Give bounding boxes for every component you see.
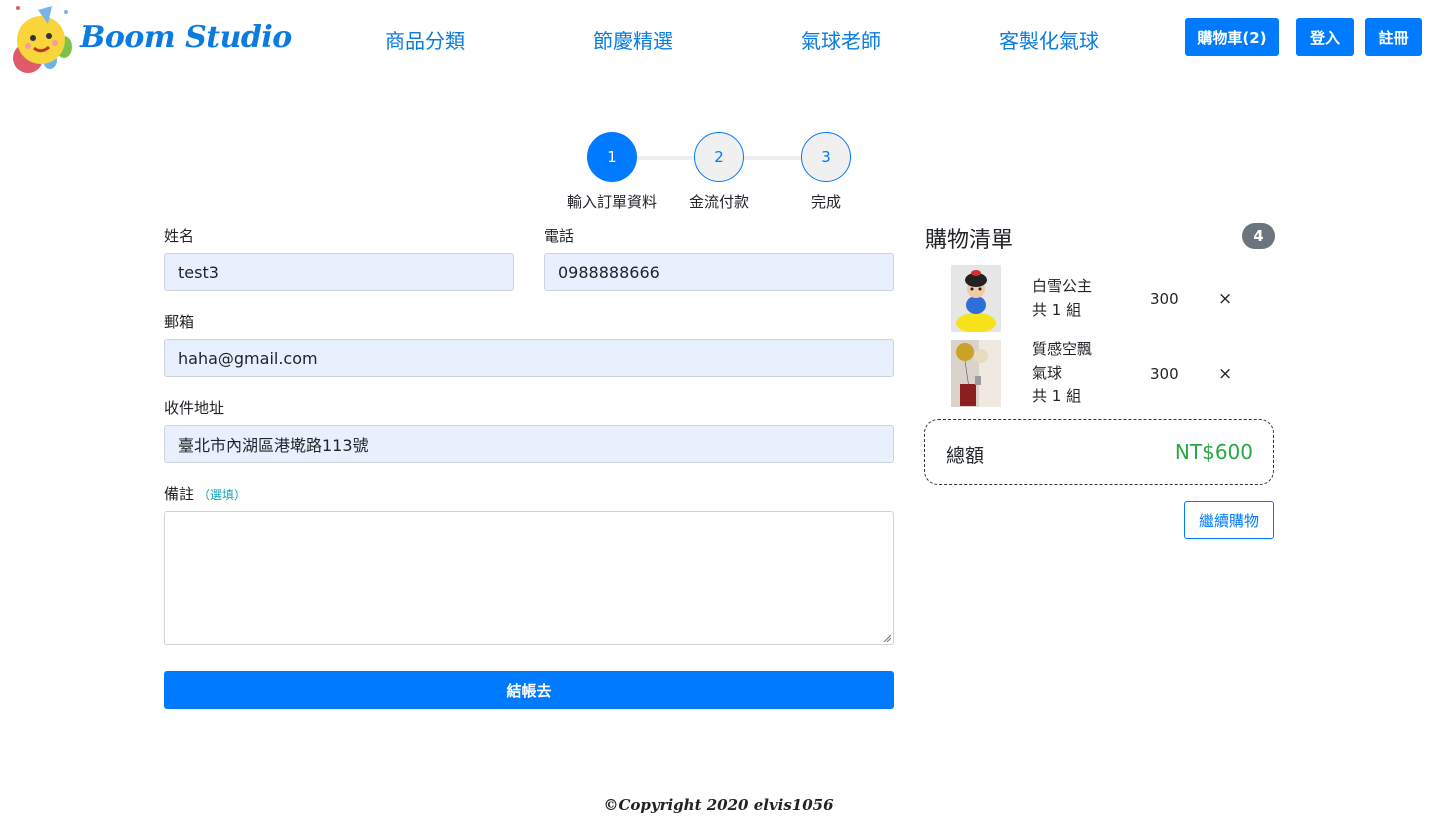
cart-item-price: 300 — [1150, 365, 1179, 383]
footer-copyright: ©Copyright 2020 elvis1056 — [603, 796, 834, 814]
balloon-logo-icon[interactable] — [8, 2, 74, 74]
register-button[interactable]: 註冊 — [1365, 18, 1422, 56]
phone-field[interactable]: 0988888666 — [544, 253, 894, 291]
cart-item-quantity: 共 1 組 — [1032, 387, 1082, 405]
floating-balloon-thumbnail[interactable] — [951, 340, 1001, 407]
note-label: 備註 （選填） — [164, 483, 246, 504]
checkout-button[interactable]: 結帳去 — [164, 671, 894, 709]
nav-item-teachers[interactable]: 氣球老師 — [801, 25, 881, 54]
cart-item-name: 質感空飄 氣球 共 1 組 — [1032, 338, 1092, 409]
step-1-circle: 1 — [587, 132, 637, 182]
cart-item-name: 白雪公主 共 1 組 — [1032, 275, 1092, 322]
name-label: 姓名 — [164, 227, 195, 245]
address-field[interactable]: 臺北市內湖區港墘路113號 — [164, 425, 894, 463]
note-textarea[interactable] — [164, 511, 894, 645]
optional-hint: （選填） — [198, 488, 247, 502]
cart-button[interactable]: 購物車(2) — [1185, 18, 1279, 56]
total-box: 總額 NT$600 — [924, 419, 1274, 485]
remove-item-icon[interactable]: × — [1218, 364, 1232, 384]
cart-title: 購物清單 — [925, 228, 1014, 253]
email-field[interactable]: haha@gmail.com — [164, 339, 894, 377]
nav-item-categories[interactable]: 商品分類 — [385, 25, 465, 54]
snow-white-balloon-thumbnail[interactable] — [951, 265, 1001, 332]
step-1-label: 輸入訂單資料 — [566, 193, 657, 211]
total-value: NT$600 — [1174, 440, 1253, 464]
nav-item-festival[interactable]: 節慶精選 — [593, 25, 673, 54]
cart-item-quantity: 共 1 組 — [1032, 300, 1082, 319]
step-3-circle: 3 — [801, 132, 851, 182]
email-label: 郵箱 — [164, 313, 195, 331]
phone-label: 電話 — [544, 227, 575, 245]
step-2-circle: 2 — [694, 132, 744, 182]
brand-name[interactable]: Boom Studio — [80, 20, 292, 55]
name-field[interactable]: test3 — [164, 253, 514, 291]
cart-item-price: 300 — [1150, 290, 1179, 308]
cart-item-name-line: 質感空飄 — [1032, 340, 1093, 358]
cart-count-badge: 4 — [1242, 223, 1275, 249]
nav-item-custom[interactable]: 客製化氣球 — [999, 25, 1099, 54]
login-button[interactable]: 登入 — [1296, 18, 1354, 56]
note-label-text: 備註 — [164, 485, 195, 503]
remove-item-icon[interactable]: × — [1218, 289, 1232, 309]
resize-grip-icon[interactable] — [883, 634, 891, 642]
step-3-label: 完成 — [810, 193, 841, 211]
step-2-label: 金流付款 — [688, 193, 749, 211]
continue-shopping-button[interactable]: 繼續購物 — [1184, 501, 1274, 539]
header: Boom Studio 商品分類 節慶精選 氣球老師 客製化氣球 購物車(2) … — [0, 0, 1437, 76]
total-label: 總額 — [946, 445, 985, 467]
cart-item-name-line: 白雪公主 — [1032, 277, 1093, 295]
address-label: 收件地址 — [164, 399, 225, 417]
cart-item-name-line: 氣球 — [1032, 363, 1063, 382]
